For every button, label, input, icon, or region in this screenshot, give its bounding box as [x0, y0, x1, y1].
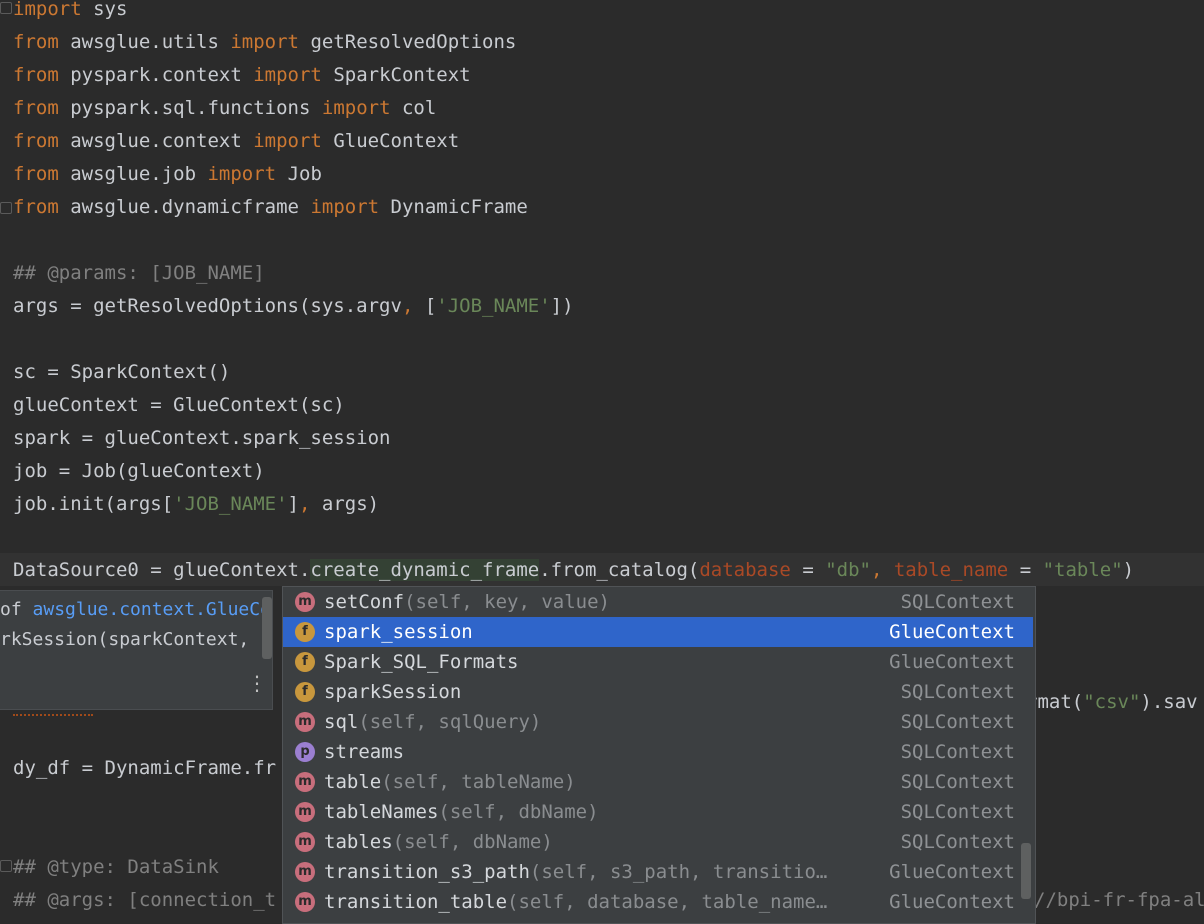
completion-name-text: setConf [324, 591, 405, 613]
vertical-ellipsis-icon[interactable]: ⋮ [247, 671, 267, 695]
code-line: spark = glueContext.spark_session [13, 427, 391, 449]
field-icon: f [295, 652, 315, 672]
completion-item-tables[interactable]: m tables(self, dbName) SQLContext [283, 827, 1033, 857]
method-icon: m [295, 892, 315, 912]
completion-item-spark-session[interactable]: f spark_session GlueContext [283, 617, 1033, 647]
completion-item-name: tableNames(self, dbName) [324, 797, 599, 827]
completion-item-sql[interactable]: m sql(self, sqlQuery) SQLContext [283, 707, 1033, 737]
code-comment: ## @params: [JOB_NAME] [13, 262, 265, 284]
code-line-fragment: rmat("csv").sav [1026, 691, 1198, 713]
error-underline [13, 710, 93, 716]
code-line: from pyspark.sql.functions import col [13, 97, 437, 119]
code-line: import sys [13, 0, 128, 20]
field-icon: f [295, 622, 315, 642]
completion-item-name: spark_session [324, 617, 473, 647]
completion-name-text: sql [324, 711, 359, 733]
fold-marker-icon[interactable] [0, 2, 12, 14]
completion-item-setconf[interactable]: m setConf(self, key, value) SQLContext [283, 587, 1033, 617]
completion-item-type: SQLContext [900, 831, 1015, 853]
method-icon: m [295, 832, 315, 852]
code-editor[interactable]: import sys from awsglue.utils import get… [0, 0, 1204, 924]
code-line: glueContext = GlueContext(sc) [13, 394, 345, 416]
doc-line: rkSession(sparkContext, s [0, 629, 271, 650]
completion-item-name: sql(self, sqlQuery) [324, 707, 541, 737]
completion-signature: (self, dbName) [392, 831, 553, 853]
code-line: from awsglue.dynamicframe import Dynamic… [13, 196, 528, 218]
completion-signature: (self, key, value) [404, 591, 610, 613]
code-line: from awsglue.utils import getResolvedOpt… [13, 31, 517, 53]
fold-marker-icon[interactable] [0, 202, 12, 214]
completion-item-type: SQLContext [900, 711, 1015, 733]
completion-item-spark-sql-formats[interactable]: f Spark_SQL_Formats GlueContext [283, 647, 1033, 677]
completion-signature: (self, sqlQuery) [358, 711, 542, 733]
method-icon: m [295, 712, 315, 732]
completion-item-name: transition_s3_path(self, s3_path, transi… [324, 857, 827, 887]
completion-item-sparksession[interactable]: f sparkSession SQLContext [283, 677, 1033, 707]
method-icon: m [295, 802, 315, 822]
completion-name-text: Spark_SQL_Formats [324, 651, 519, 673]
code-line-current[interactable]: DataSource0 = glueContext.create_dynamic… [13, 554, 1134, 587]
completion-signature: (self, dbName) [438, 801, 599, 823]
code-line: dy_df = DynamicFrame.fr [13, 757, 277, 779]
code-comment: ## @args: [connection_t [13, 889, 277, 911]
field-icon: f [295, 682, 315, 702]
completion-item-type: SQLContext [900, 771, 1015, 793]
completion-signature: (self, database, table_name… [507, 891, 828, 913]
completion-name-text: transition_table [324, 891, 508, 913]
completion-item-transition-s3-path[interactable]: m transition_s3_path(self, s3_path, trans… [283, 857, 1033, 887]
completion-item-tablenames[interactable]: m tableNames(self, dbName) SQLContext [283, 797, 1033, 827]
completion-item-type: GlueContext [889, 861, 1015, 883]
code-line: sc = SparkContext() [13, 361, 231, 383]
completion-name-text: tables [324, 831, 393, 853]
completion-item-type: GlueContext [889, 891, 1015, 913]
completion-item-name: transition_table(self, database, table_n… [324, 887, 827, 917]
completion-name-text: spark_session [324, 621, 473, 643]
completion-item-name: sparkSession [324, 677, 461, 707]
method-icon: m [295, 592, 315, 612]
completion-item-name: Spark_SQL_Formats [324, 647, 518, 677]
completion-signature: (self, s3_path, transitio… [529, 861, 828, 883]
method-icon: m [295, 772, 315, 792]
code-line: from pyspark.context import SparkContext [13, 64, 471, 86]
completion-name-text: table [324, 771, 382, 793]
completion-item-name: tables(self, dbName) [324, 827, 553, 857]
method-icon: m [295, 862, 315, 882]
completion-name-text: streams [324, 741, 405, 763]
code-line: job.init(args['JOB_NAME'], args) [13, 493, 380, 515]
completion-name-text: transition_s3_path [324, 861, 530, 883]
completion-item-name: streams [324, 737, 404, 767]
completion-item-type: SQLContext [900, 801, 1015, 823]
completion-scrollbar[interactable] [1021, 843, 1031, 899]
completion-name-text: tableNames [324, 801, 439, 823]
completion-item-name: setConf(self, key, value) [324, 587, 610, 617]
doc-scrollbar[interactable] [262, 597, 272, 659]
completion-signature: (self, tableName) [381, 771, 576, 793]
code-line: job = Job(glueContext) [13, 460, 265, 482]
doc-line: of awsglue.context.GlueCo [0, 599, 271, 620]
code-completion-popup[interactable]: m setConf(self, key, value) SQLContext f spa… [282, 586, 1036, 924]
completion-name-text: sparkSession [324, 681, 462, 703]
completion-item-type: GlueContext [889, 621, 1015, 643]
completion-item-transition-table[interactable]: m transition_table(self, database, table_… [283, 887, 1033, 917]
completion-item-type: SQLContext [900, 591, 1015, 613]
code-comment-fragment: //bpi-fr-fpa-al [1034, 889, 1204, 911]
completion-item-streams[interactable]: p streams SQLContext [283, 737, 1033, 767]
completion-item-type: GlueContext [889, 651, 1015, 673]
code-line: from awsglue.context import GlueContext [13, 130, 460, 152]
completion-item-table[interactable]: m table(self, tableName) SQLContext [283, 767, 1033, 797]
doc-link[interactable]: awsglue.context.GlueCo [33, 599, 271, 620]
completion-item-name: table(self, tableName) [324, 767, 576, 797]
completion-item-type: SQLContext [900, 681, 1015, 703]
fold-marker-icon[interactable] [0, 860, 12, 872]
property-icon: p [295, 742, 315, 762]
code-line: args = getResolvedOptions(sys.argv, ['JO… [13, 295, 574, 317]
quick-doc-popup[interactable]: of awsglue.context.GlueCo rkSession(spar… [0, 590, 273, 710]
code-comment: ## @type: DataSink [13, 856, 219, 878]
code-line: from awsglue.job import Job [13, 163, 322, 185]
completion-item-type: SQLContext [900, 741, 1015, 763]
